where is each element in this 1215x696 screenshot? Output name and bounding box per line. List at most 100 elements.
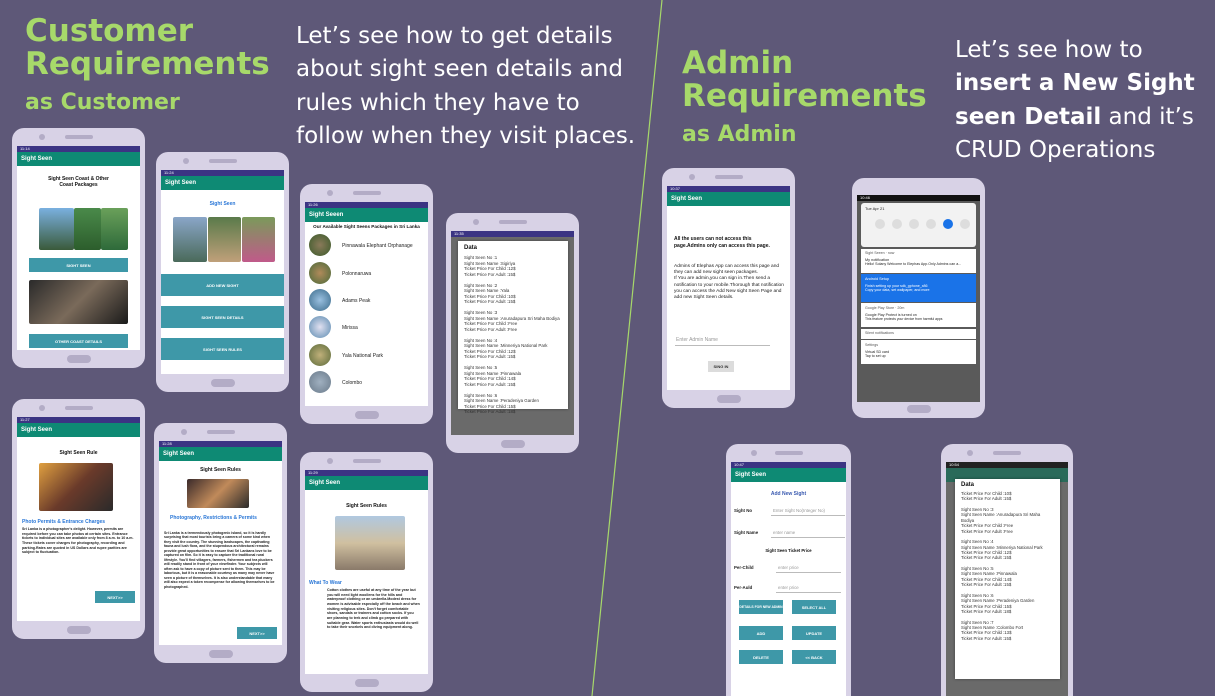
speaker-slot <box>993 451 1021 455</box>
screen-subtitle: Sight Seen <box>209 201 236 207</box>
sign-in-button[interactable]: SING IN <box>708 361 734 372</box>
phone-data-dialog-admin: 10:54 Data Ticket Price For Child :10$ T… <box>941 444 1073 696</box>
delete-button[interactable]: DELETE <box>739 650 783 664</box>
flashlight-icon[interactable] <box>926 219 936 229</box>
sight-seen-details-button[interactable]: SIGHT SEEN DETAILS <box>161 306 284 328</box>
phone-sight-seen-home: 11:14 Sight Seen Sight Seen Coast & Othe… <box>12 128 145 368</box>
bluetooth-icon[interactable] <box>892 219 902 229</box>
input-underline <box>771 537 845 538</box>
camera-dot <box>472 219 479 225</box>
package-item[interactable]: Yala National Park <box>342 353 383 359</box>
app-bar-title: Sight Seen <box>731 468 846 482</box>
camera-dot <box>180 429 187 435</box>
package-thumb <box>309 234 331 256</box>
sight-seen-button[interactable]: SIGHT SEEN <box>29 258 128 272</box>
speaker-slot <box>64 406 93 410</box>
details-for-new-admin-button[interactable]: DETAILS FOR NEW ADMIN <box>739 600 783 614</box>
customer-heading: Customer Requirements <box>25 13 270 83</box>
sd-card-notification[interactable]: Settings Virtual SD card Tap to set up <box>861 340 976 364</box>
photo-sight-2 <box>208 217 241 262</box>
photo-coast-2 <box>74 208 101 250</box>
camera-dot <box>38 134 45 140</box>
package-item[interactable]: Adams Peak <box>342 298 370 304</box>
dnd-icon[interactable] <box>909 219 919 229</box>
per-child-label: Per-Child <box>734 565 754 570</box>
airplane-icon[interactable] <box>960 219 970 229</box>
phone-screen: 10:46 Tue Apr 21 Sight Seeen · now My no… <box>857 195 980 402</box>
rule-body: Sri Lanka is a photographer's delight. H… <box>22 527 134 555</box>
camera-dot <box>326 190 333 196</box>
home-button <box>210 379 235 387</box>
home-button <box>208 650 233 658</box>
update-button[interactable]: UPDATE <box>792 626 836 640</box>
phone-add-new-sight: 10:47 Sight Seen Add New Sight Sight No … <box>726 444 851 696</box>
input-underline <box>776 572 841 573</box>
rules-body: Sri Lanka is a tremendously photogenic i… <box>164 531 275 589</box>
other-coast-details-button[interactable]: OTHER COAST DETAILS <box>29 334 128 348</box>
select-all-button[interactable]: SELECT ALL <box>792 600 836 614</box>
per-child-input[interactable]: enter price <box>778 565 799 570</box>
rule-subtitle: Photo Permits & Entrance Charges <box>22 519 106 525</box>
speaker-slot <box>498 220 527 224</box>
input-underline <box>771 515 845 516</box>
package-thumb <box>309 262 331 284</box>
phone-screen: 11:35 Data Sight Seen No :1 Sight Seen N… <box>451 231 574 435</box>
add-new-sight-button[interactable]: ADD NEW SIGHT <box>161 274 284 296</box>
dialog-content: Ticket Price For Child :10$ Ticket Price… <box>961 491 1043 641</box>
screen-heading: Our Available Sight Seens Packages in Sr… <box>313 224 420 229</box>
app-notification[interactable]: Sight Seeen · now My notification Hello!… <box>861 249 976 273</box>
phone-what-to-wear: 11:29 Sight Seen Sight Seen Rules What T… <box>300 452 433 692</box>
next-button[interactable]: NEXT>> <box>237 627 277 639</box>
photo-coast-1 <box>39 208 74 250</box>
phone-screen: 11:27 Sight Seen Sight Seen Rule Photo P… <box>17 417 140 621</box>
next-button[interactable]: NEXT>> <box>95 591 135 603</box>
camera-dot <box>38 405 45 411</box>
phone-notifications: 10:46 Tue Apr 21 Sight Seeen · now My no… <box>852 178 985 418</box>
per-adult-label: Per-Auld <box>734 585 753 590</box>
package-thumb <box>309 289 331 311</box>
package-item[interactable]: Polonnaruwa <box>342 271 371 277</box>
sight-seen-rules-button[interactable]: SIGHT SEEN RULES <box>161 338 284 360</box>
home-button <box>906 405 931 413</box>
camera-dot <box>967 450 974 456</box>
wifi-icon[interactable] <box>875 219 885 229</box>
per-adult-input[interactable]: enter price <box>778 585 799 590</box>
input-underline <box>675 345 770 346</box>
sight-name-input[interactable]: enter name <box>773 530 795 535</box>
admin-name-input[interactable]: Enter Admin Name <box>676 337 718 343</box>
speaker-slot <box>352 459 381 463</box>
sight-no-input[interactable]: Enter Sight No(Integer No) <box>773 508 825 513</box>
camera-dot <box>182 158 189 164</box>
sight-no-label: Sight No <box>734 508 753 513</box>
quick-settings: Tue Apr 21 <box>861 203 976 247</box>
add-button[interactable]: ADD <box>739 626 783 640</box>
play-protect-notification[interactable]: Google Play Store · 20m Google Play Prot… <box>861 303 976 327</box>
admin-subheading: as Admin <box>682 122 797 147</box>
admin-intro: Let’s see how to insert a New Sight seen… <box>955 37 1195 164</box>
app-bar-title: Sight Seen <box>161 176 284 190</box>
status-bar: 11:35 <box>451 231 574 237</box>
back-button[interactable]: << BACK <box>792 650 836 664</box>
home-button <box>66 626 91 634</box>
home-button <box>354 411 379 419</box>
wear-subtitle: What To Wear <box>309 580 342 586</box>
photo-sight-1 <box>173 217 207 262</box>
phone-screen: 11:29 Sight Seen Sight Seen Rules What T… <box>305 470 428 674</box>
app-bar-title: Sight Seeen <box>305 208 428 222</box>
data-dialog: Data Ticket Price For Child :10$ Ticket … <box>955 479 1060 679</box>
rotate-icon[interactable] <box>943 219 953 229</box>
phone-screen: 10:47 Sight Seen Add New Sight Sight No … <box>731 462 846 696</box>
phone-screen: 10:37 Sight Seen All the users can not a… <box>667 186 790 390</box>
screen-heading: Sight Seen Rules <box>200 467 241 473</box>
package-item[interactable]: Mirissa <box>342 325 358 331</box>
speaker-slot <box>774 451 803 455</box>
package-item[interactable]: Pinnawala Elephant Orphanage <box>342 243 413 249</box>
silent-notifications-header: Silent notifications <box>861 329 976 339</box>
customer-intro: Let’s see how to get details about sight… <box>296 23 636 150</box>
photo-camera-hands <box>29 280 128 324</box>
package-item[interactable]: Colombo <box>342 380 362 386</box>
admin-heading: Admin Requirements <box>682 45 927 115</box>
screen-heading: Sight Seen Coast & Other Coast Packages <box>48 176 109 188</box>
setup-notification[interactable]: Android Setup Finish setting up your sdk… <box>861 274 976 302</box>
speaker-slot <box>714 175 743 179</box>
